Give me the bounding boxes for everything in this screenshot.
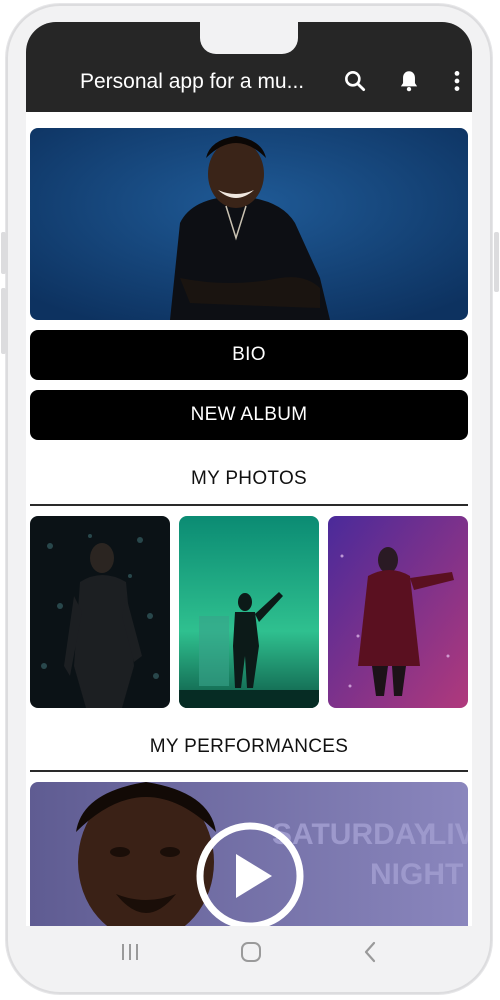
video-backdrop-text-1: SATURDAY <box>272 818 434 851</box>
phone-side-button <box>1 288 6 354</box>
system-nav-bar <box>26 926 472 978</box>
bell-icon[interactable] <box>396 68 422 94</box>
phone-screen: Personal app for a mu... BIO NEW ALBUM M… <box>26 22 472 926</box>
new-album-button[interactable]: NEW ALBUM <box>30 390 468 440</box>
divider <box>30 770 468 772</box>
more-vertical-icon[interactable] <box>444 68 470 94</box>
content-area: BIO NEW ALBUM MY PHOTOS MY PERFORMANCES … <box>26 112 472 926</box>
photo-thumbnail-3[interactable] <box>328 516 468 708</box>
app-title: Personal app for a mu... <box>80 70 305 93</box>
camera-notch <box>200 22 298 54</box>
photo-thumbnail-1[interactable] <box>30 516 170 708</box>
recent-apps-icon[interactable] <box>116 938 144 966</box>
video-backdrop-text-3: LIV <box>428 818 468 851</box>
video-backdrop-text-2: NIGHT <box>370 858 463 891</box>
app-bar: Personal app for a mu... <box>26 22 472 112</box>
home-icon[interactable] <box>237 938 265 966</box>
performances-section-title: MY PERFORMANCES <box>149 736 349 757</box>
photo-thumbnail-2[interactable] <box>179 516 319 708</box>
divider <box>30 504 468 506</box>
performance-video-thumbnail[interactable]: SATURDAY NIGHT LIV <box>30 782 468 926</box>
back-icon[interactable] <box>356 938 384 966</box>
hero-image <box>30 128 468 320</box>
photos-section-title: MY PHOTOS <box>190 468 308 489</box>
phone-side-button <box>1 232 6 274</box>
bio-button[interactable]: BIO <box>30 330 468 380</box>
phone-side-button <box>494 232 499 292</box>
search-icon[interactable] <box>342 68 368 94</box>
